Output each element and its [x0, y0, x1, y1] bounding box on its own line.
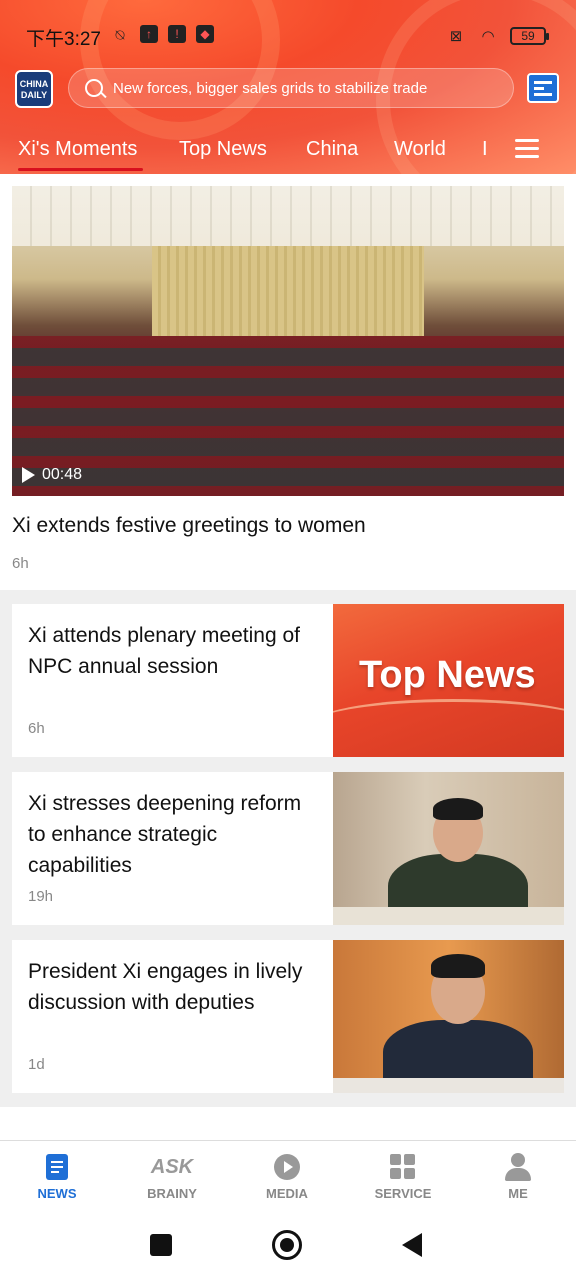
- recent-apps-icon[interactable]: [150, 1234, 172, 1256]
- nav-news[interactable]: NEWS: [12, 1153, 102, 1201]
- ask-icon: ASK: [150, 1156, 194, 1178]
- bottom-navigation: NEWS ASK BRAINY MEDIA SERVICE ME: [0, 1140, 576, 1212]
- upload-icon: ↑: [140, 25, 158, 43]
- feature-article[interactable]: 00:48 Xi extends festive greetings to wo…: [0, 174, 576, 590]
- newspaper-icon[interactable]: [527, 73, 559, 103]
- audience-rows: [12, 336, 564, 496]
- wifi-icon: ◠: [481, 28, 495, 45]
- nav-label: ME: [508, 1186, 528, 1201]
- article-thumbnail[interactable]: [333, 940, 564, 1093]
- nav-media[interactable]: MEDIA: [242, 1153, 332, 1201]
- no-sim-icon: ⊠: [449, 28, 463, 45]
- home-icon[interactable]: [272, 1230, 302, 1260]
- article-time: 19h: [28, 888, 54, 905]
- active-tab-indicator: [18, 168, 143, 171]
- desk: [333, 907, 564, 925]
- system-navigation-bar: [0, 1212, 576, 1280]
- thumbnail-label: Top News: [359, 654, 536, 696]
- article-title[interactable]: President Xi engages in lively discussio…: [28, 956, 318, 1018]
- tab-top-news[interactable]: Top News: [179, 138, 267, 161]
- feature-title[interactable]: Xi extends festive greetings to women: [12, 514, 366, 538]
- search-icon: [85, 79, 103, 97]
- list-item[interactable]: President Xi engages in lively discussio…: [12, 940, 564, 1093]
- tab-xis-moments[interactable]: Xi's Moments: [18, 138, 137, 161]
- list-item[interactable]: Xi stresses deepening reform to enhance …: [12, 772, 564, 925]
- thumbnail-decoration: [333, 699, 564, 749]
- feature-video-thumbnail[interactable]: 00:48: [12, 186, 564, 496]
- news-icon: [43, 1153, 71, 1181]
- play-icon: [22, 467, 35, 483]
- tab-china[interactable]: China: [306, 138, 358, 161]
- app-header: 下午3:27 ⍉ ↑ ! ◆ ⊠ ◠ 59 CHINA DAILY New fo…: [0, 0, 576, 174]
- hall-ceiling: [12, 186, 564, 246]
- video-duration-badge: 00:48: [22, 466, 82, 484]
- article-time: 1d: [28, 1056, 45, 1073]
- back-icon[interactable]: [402, 1233, 422, 1257]
- battery-icon: 59: [510, 27, 549, 45]
- article-thumbnail[interactable]: [333, 772, 564, 925]
- next-card-peek: [0, 1107, 576, 1141]
- list-item[interactable]: Xi attends plenary meeting of NPC annual…: [12, 604, 564, 757]
- article-time: 6h: [28, 720, 45, 737]
- play-icon: [273, 1153, 301, 1181]
- mute-alarm-icon: ⍉: [115, 26, 125, 44]
- status-system-icons: ⊠ ◠ 59: [446, 26, 549, 46]
- desk: [333, 1078, 564, 1093]
- article-title[interactable]: Xi attends plenary meeting of NPC annual…: [28, 620, 318, 682]
- menu-icon[interactable]: [515, 139, 539, 159]
- person-icon: [504, 1153, 532, 1181]
- hall-stage: [152, 246, 424, 336]
- article-title[interactable]: Xi stresses deepening reform to enhance …: [28, 788, 318, 881]
- nav-brainy[interactable]: ASK BRAINY: [127, 1153, 217, 1201]
- tab-world[interactable]: World: [394, 138, 446, 161]
- grid-icon: [389, 1153, 417, 1181]
- nav-label: BRAINY: [147, 1186, 197, 1201]
- category-tabs: Xi's Moments Top News China World I: [0, 134, 576, 174]
- china-daily-logo[interactable]: CHINA DAILY: [15, 70, 53, 108]
- status-notification-icons: ⍉ ↑ ! ◆: [110, 25, 214, 45]
- tab-overflow[interactable]: I: [482, 138, 488, 161]
- shield-icon: !: [168, 25, 186, 43]
- nav-service[interactable]: SERVICE: [358, 1153, 448, 1201]
- nav-label: MEDIA: [266, 1186, 308, 1201]
- feature-time: 6h: [12, 555, 29, 572]
- nav-me[interactable]: ME: [473, 1153, 563, 1201]
- nav-label: NEWS: [37, 1186, 77, 1201]
- gamepad-icon: ◆: [196, 25, 214, 43]
- nav-label: SERVICE: [374, 1186, 432, 1201]
- article-thumbnail[interactable]: Top News: [333, 604, 564, 757]
- search-placeholder: New forces, bigger sales grids to stabil…: [113, 79, 428, 97]
- status-time: 下午3:27: [26, 29, 101, 50]
- video-duration: 00:48: [42, 466, 83, 483]
- search-bar[interactable]: New forces, bigger sales grids to stabil…: [68, 68, 514, 108]
- status-bar: 下午3:27 ⍉ ↑ ! ◆ ⊠ ◠ 59: [0, 18, 576, 54]
